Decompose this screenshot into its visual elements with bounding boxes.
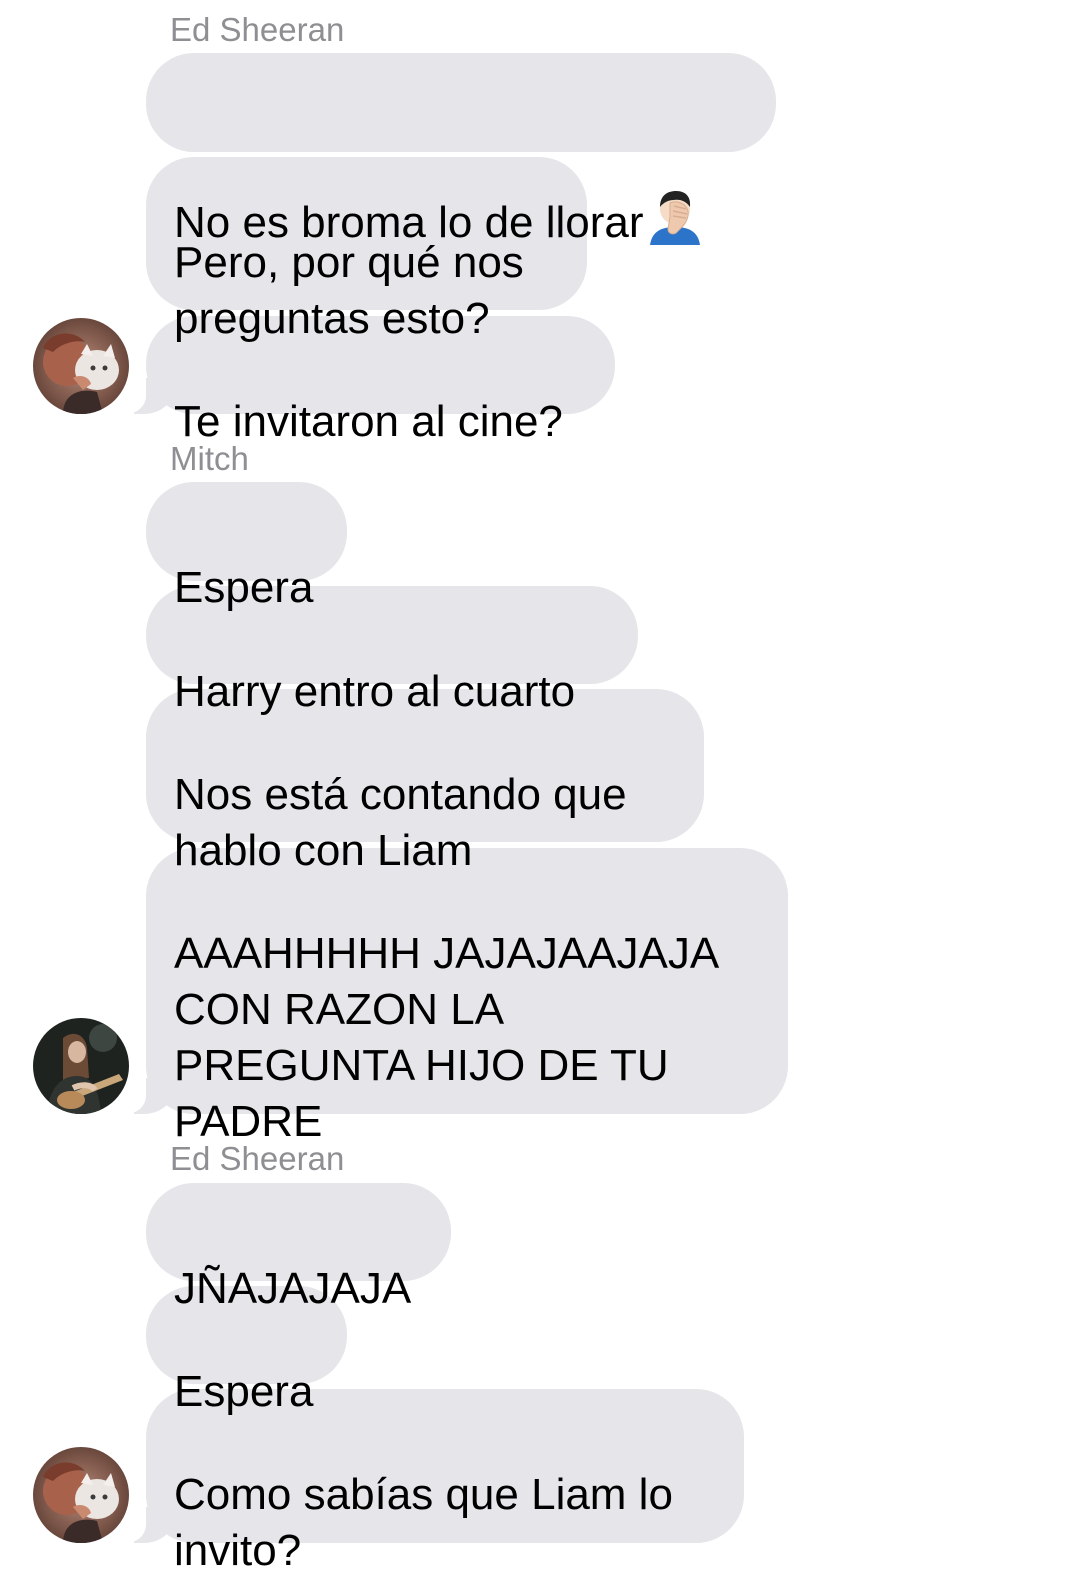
message-bubble[interactable]: Espera [146, 482, 347, 612]
message-bubble[interactable]: AAAHHHHH JAJAJAAJAJA CON RAZON LA PREGUN… [116, 848, 788, 1146]
person-facepalming-icon [646, 131, 704, 259]
message-text: Te invitaron al cine? [174, 397, 563, 446]
message-text: AAAHHHHH JAJAJAAJAJA CON RAZON LA PREGUN… [174, 929, 720, 1146]
message-text: JÑAJAJAJA [174, 1264, 412, 1313]
message-bubble[interactable]: No es broma lo de llorar [146, 53, 776, 247]
message-text: Harry entro al cuarto [174, 667, 576, 716]
avatar[interactable] [33, 1447, 129, 1543]
message-text: Pero, por qué nos preguntas esto? [174, 238, 524, 343]
chat-thread[interactable]: Ed Sheeran No es broma lo de llorar Pero… [0, 0, 1080, 1575]
message-text: Espera [174, 563, 314, 612]
sender-name-ed-sheeran: Ed Sheeran [170, 11, 345, 48]
message-bubble[interactable]: JÑAJAJAJA [146, 1183, 451, 1313]
avatar[interactable] [33, 1018, 129, 1114]
message-text: Como sabías que Liam lo invito? [174, 1470, 673, 1575]
avatar[interactable] [33, 318, 129, 414]
message-text: Espera [174, 1367, 314, 1416]
